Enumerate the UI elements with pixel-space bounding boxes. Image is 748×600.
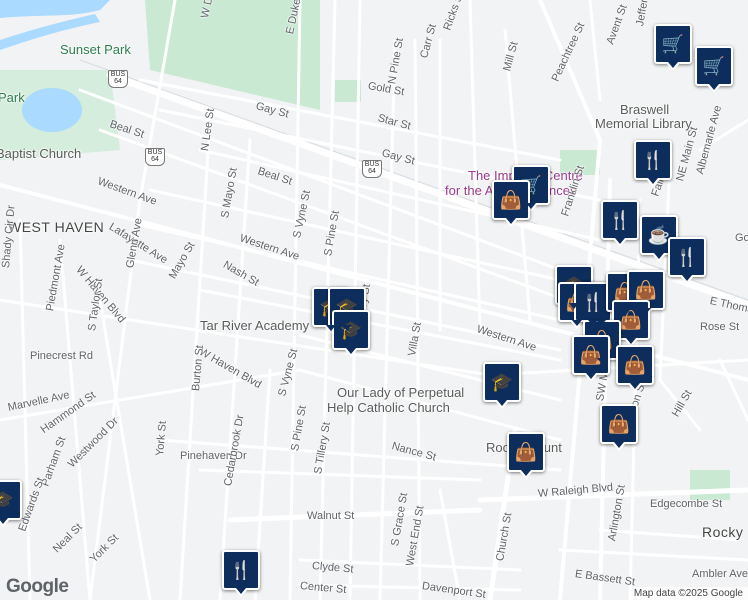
- street-label: Rose St: [700, 321, 740, 333]
- restaurant-icon: 🍴: [608, 209, 632, 230]
- street-label: Tar River Academy: [200, 318, 310, 333]
- restaurant-icon: 🍴: [229, 559, 253, 580]
- shopping-marker[interactable]: 👜: [507, 432, 545, 479]
- street-label: Rocky: [702, 524, 744, 540]
- grocery-marker[interactable]: 🛒: [654, 24, 692, 71]
- route-shield: BUS 64: [108, 70, 128, 88]
- street-label: Pinecrest Rd: [30, 350, 93, 362]
- map-attribution[interactable]: Map data ©2025 Google: [628, 587, 748, 600]
- route-shield: BUS 64: [145, 148, 165, 166]
- restaurant-icon: 🍴: [675, 246, 699, 267]
- street-label: Our Lady of Perpetual: [337, 385, 465, 400]
- street-label: Memorial Library: [595, 116, 692, 131]
- grocery-icon: 🛒: [702, 55, 726, 76]
- street-label: Edgecombe St: [650, 498, 723, 510]
- shopping-icon: 👜: [607, 413, 631, 434]
- street-label: Park: [0, 90, 25, 105]
- google-logo: Google: [6, 576, 69, 597]
- shopping-marker[interactable]: 👜: [600, 404, 638, 451]
- shopping-icon: 👜: [499, 189, 523, 210]
- restaurant-marker[interactable]: 🍴: [668, 237, 706, 284]
- street-label: Ambler Ave: [692, 568, 748, 580]
- street-label: Baptist Church: [0, 146, 82, 161]
- shopping-marker[interactable]: 👜: [616, 345, 654, 392]
- school-marker[interactable]: 🎓: [0, 480, 22, 527]
- shopping-marker[interactable]: 👜: [572, 335, 610, 382]
- restaurant-marker[interactable]: 🍴: [601, 200, 639, 247]
- restaurant-icon: 🍴: [581, 291, 605, 312]
- shopping-icon: 👜: [634, 279, 658, 300]
- restaurant-icon: 🍴: [641, 149, 665, 170]
- map-canvas[interactable]: W Duke StE Duke StSunset ParkN Pine StCa…: [0, 0, 748, 600]
- street-label: Help Catholic Church: [327, 400, 450, 415]
- coffee-icon: ☕: [647, 224, 671, 245]
- restaurant-marker[interactable]: 🍴: [634, 140, 672, 187]
- grocery-icon: 🛒: [661, 33, 685, 54]
- street-label: WEST HAVEN: [8, 219, 105, 235]
- school-icon: 🎓: [0, 489, 15, 510]
- street-label: Sunset Park: [60, 42, 131, 57]
- grocery-marker[interactable]: 🛒: [695, 46, 733, 93]
- street-label: Walnut St: [307, 510, 355, 522]
- shopping-marker[interactable]: 👜: [492, 180, 530, 227]
- street-label: Braswell: [620, 102, 670, 117]
- school-icon: 🎓: [490, 371, 514, 392]
- route-shield: BUS 64: [362, 160, 382, 178]
- shopping-icon: 👜: [514, 441, 538, 462]
- street-label: Go: [735, 232, 748, 244]
- restaurant-marker[interactable]: 🍴: [222, 550, 260, 597]
- shopping-icon: 👜: [623, 354, 647, 375]
- school-marker[interactable]: 🎓: [483, 362, 521, 409]
